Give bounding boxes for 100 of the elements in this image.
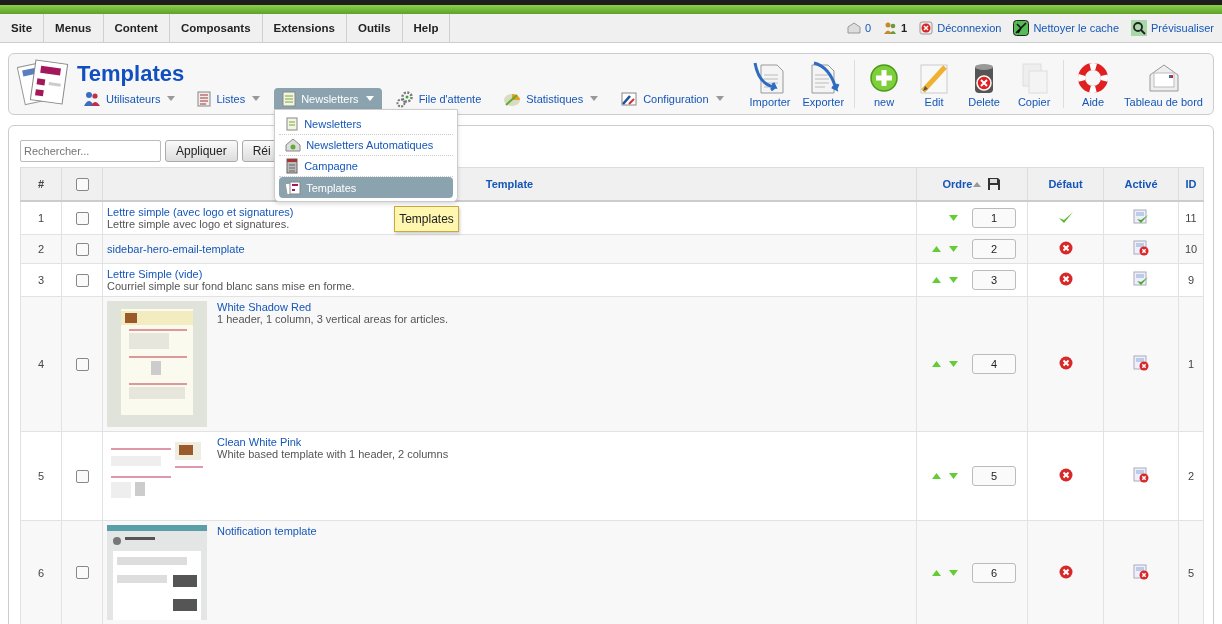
order-field[interactable]: 6 <box>972 562 1016 583</box>
column-header[interactable]: ID <box>1185 178 1197 190</box>
move-down-icon[interactable] <box>948 569 958 576</box>
row-number: 3 <box>20 263 62 297</box>
row-number: 5 <box>20 431 62 521</box>
tooltip: Templates <box>394 206 459 232</box>
order-field[interactable]: 2 <box>972 239 1016 259</box>
move-up-icon[interactable] <box>931 569 941 576</box>
move-up-icon[interactable] <box>931 277 941 283</box>
caret-icon <box>252 95 261 102</box>
order-field[interactable]: 1 <box>972 208 1016 228</box>
column-header[interactable]: Template <box>485 178 534 190</box>
id-cell: 1 <box>1178 296 1204 432</box>
save-order-icon[interactable] <box>987 177 1002 191</box>
move-up-icon[interactable] <box>931 361 941 367</box>
template-description: 1 header, 1 column, 3 vertical areas for articles. <box>217 313 449 325</box>
move-down-icon[interactable] <box>948 361 958 367</box>
template-link[interactable]: White Shadow Red <box>217 301 312 313</box>
broom-icon <box>1013 20 1030 36</box>
toolbar-button[interactable]: Edit <box>909 60 960 108</box>
toolbar-button[interactable]: Exporter <box>796 60 851 108</box>
column-header[interactable]: Activé <box>1124 178 1158 190</box>
dropdown-item[interactable]: Newsletters Automatiques <box>279 135 454 156</box>
search-field[interactable]: Rechercher... <box>20 140 161 162</box>
row-checkbox[interactable] <box>75 273 89 287</box>
clear-cache-link[interactable]: Nettoyer le cache <box>1033 22 1120 34</box>
dropdown-item[interactable]: Newsletters <box>279 114 454 135</box>
envelope-icon <box>846 21 861 35</box>
row-checkbox[interactable] <box>75 242 89 256</box>
cancel-icon[interactable] <box>1058 272 1073 286</box>
cancel-icon[interactable] <box>1058 241 1073 255</box>
move-up-icon[interactable] <box>931 473 941 479</box>
id-cell: 9 <box>1178 263 1204 297</box>
template-link[interactable]: sidebar-hero-email-template <box>107 243 245 255</box>
caret-icon <box>590 95 599 102</box>
move-up-icon[interactable] <box>931 246 941 252</box>
enabled-icon[interactable] <box>1133 209 1149 225</box>
row-checkbox[interactable] <box>75 357 89 371</box>
filter-button[interactable]: Appliquer <box>165 140 238 162</box>
toolbar-button[interactable]: new <box>859 60 910 108</box>
enabled-icon[interactable] <box>1133 271 1149 287</box>
row-checkbox[interactable] <box>75 469 89 483</box>
template-link[interactable]: Lettre Simple (vide) <box>107 268 203 280</box>
row-checkbox[interactable] <box>75 211 89 225</box>
template-link[interactable]: Lettre simple (avec logo et signatures) <box>107 206 294 218</box>
template-description: Courriel simple sur fond blanc sans mise en forme. <box>107 280 355 292</box>
message-count: 0 <box>864 22 872 34</box>
template-description: Lettre simple avec logo et signatures. <box>107 218 290 230</box>
template-link[interactable]: Clean White Pink <box>217 436 302 448</box>
page-title: Templates <box>77 62 186 86</box>
move-down-icon[interactable] <box>948 215 958 221</box>
row-number: 6 <box>20 520 62 624</box>
row-checkbox[interactable] <box>75 566 89 580</box>
toolbar-button[interactable]: Tableau de bord <box>1118 60 1209 108</box>
toolbar-button[interactable]: Copier <box>1009 60 1060 108</box>
dropdown-item[interactable]: Campagne <box>279 156 454 177</box>
nav-tab[interactable]: Configuration <box>612 88 732 109</box>
cancel-icon[interactable] <box>1058 564 1073 579</box>
order-field[interactable]: 5 <box>972 466 1016 486</box>
house-icon <box>285 138 302 152</box>
column-header[interactable]: Ordre <box>942 178 973 190</box>
nav-tab[interactable]: File d'attente <box>387 88 490 109</box>
logout-icon <box>919 21 934 35</box>
toolbar-button[interactable]: Importer <box>743 60 797 108</box>
id-cell: 2 <box>1178 431 1204 521</box>
user-count: 1 <box>901 22 908 34</box>
toolbar-button[interactable]: Aide <box>1068 60 1119 108</box>
template-link[interactable]: Notification template <box>217 525 317 537</box>
template-description: White based template with 1 header, 2 columns <box>217 448 449 460</box>
id-cell: 11 <box>1178 201 1204 235</box>
move-down-icon[interactable] <box>948 473 958 479</box>
column-header: # <box>20 167 62 201</box>
sort-icon <box>973 181 982 187</box>
cancel-icon[interactable] <box>1058 356 1073 370</box>
nav-tab[interactable]: Utilisateurs <box>75 88 184 109</box>
lifebuoy-icon <box>1076 60 1111 95</box>
gears-icon <box>395 89 414 108</box>
caret-icon <box>715 95 724 102</box>
logout-link[interactable]: Déconnexion <box>937 22 1002 34</box>
select-all-checkbox[interactable] <box>75 177 89 191</box>
row-number: 4 <box>20 296 62 432</box>
toolbar-button[interactable]: Delete <box>959 60 1010 108</box>
document-icon <box>285 117 300 131</box>
templates-icon <box>285 180 302 195</box>
list-icon <box>197 90 212 107</box>
move-down-icon[interactable] <box>948 246 958 252</box>
order-field[interactable]: 4 <box>972 354 1016 374</box>
nav-tab[interactable]: Listes <box>189 88 269 109</box>
cancel-icon[interactable] <box>1058 468 1073 482</box>
id-cell: 5 <box>1178 520 1204 624</box>
caret-icon <box>167 95 176 102</box>
move-down-icon[interactable] <box>948 277 958 283</box>
row-number: 1 <box>20 201 62 235</box>
users-icon <box>883 21 898 35</box>
nav-tab[interactable]: Statistiques <box>495 88 607 109</box>
order-field[interactable]: 3 <box>972 270 1016 290</box>
tools-icon <box>620 90 639 107</box>
search-icon <box>1131 20 1148 36</box>
column-header[interactable]: Défaut <box>1048 178 1083 190</box>
preview-link[interactable]: Prévisualiser <box>1151 22 1214 34</box>
